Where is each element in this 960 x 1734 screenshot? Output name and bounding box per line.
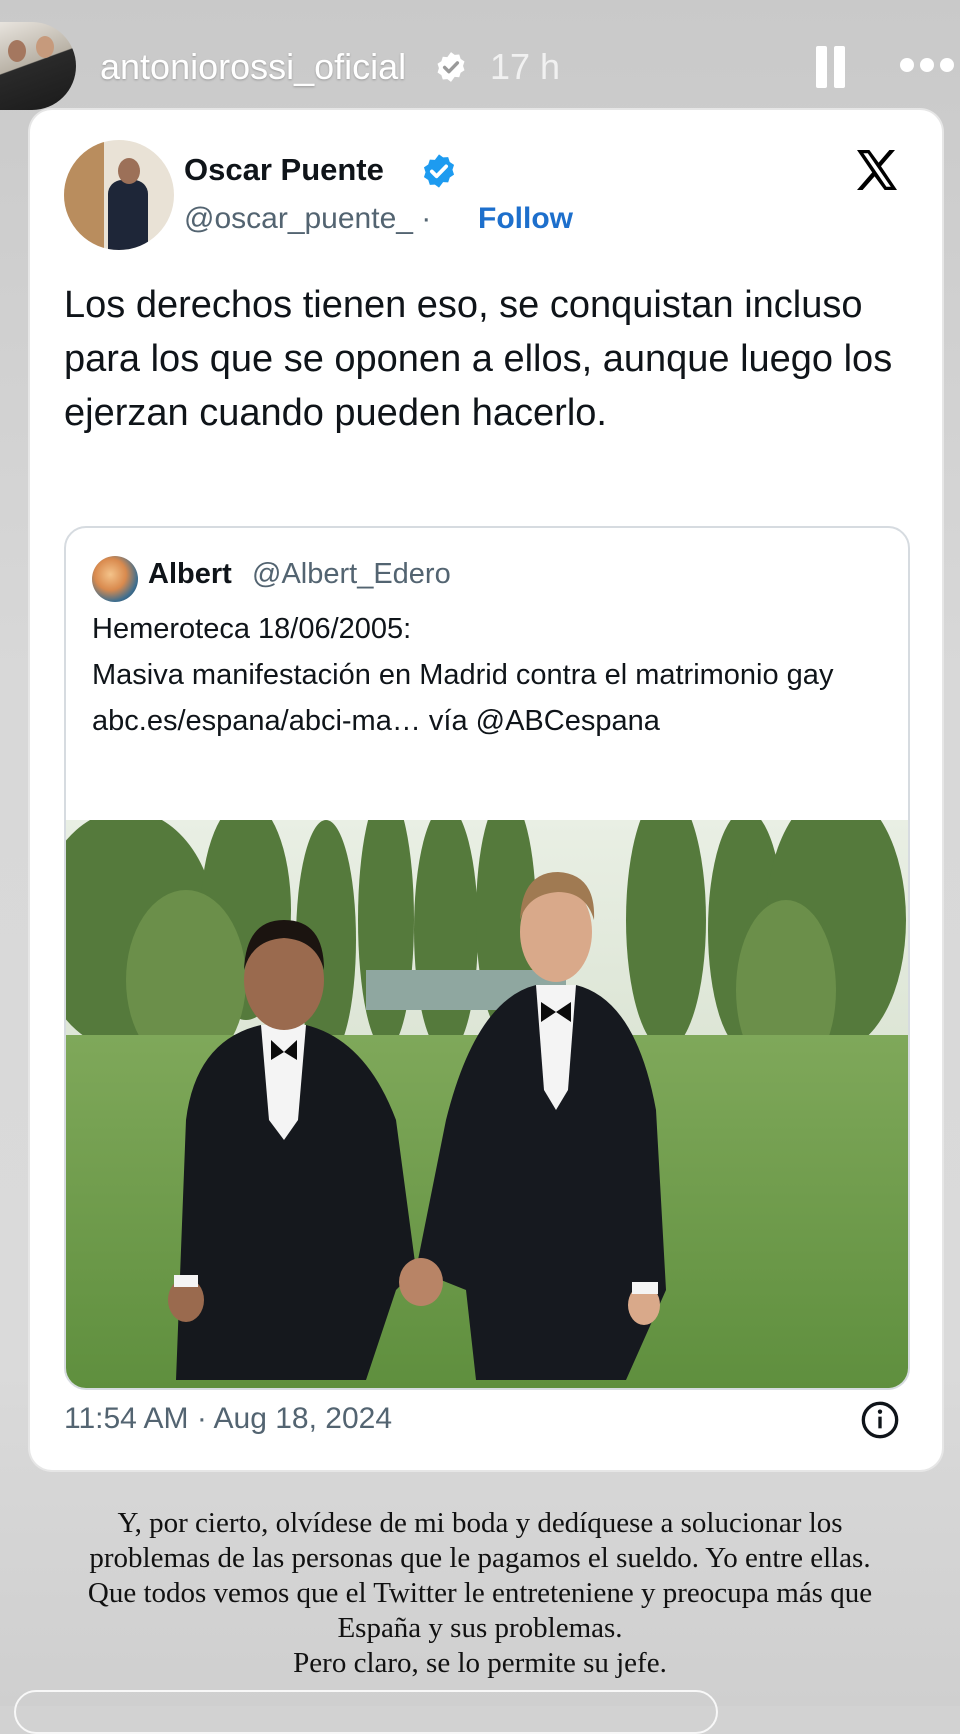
author-name[interactable]: Oscar Puente: [184, 152, 384, 188]
info-icon[interactable]: [860, 1400, 900, 1440]
x-logo-icon[interactable]: [852, 146, 902, 194]
quote-avatar[interactable]: [92, 556, 138, 602]
tweet-card[interactable]: Oscar Puente @oscar_puente_ · Follow Los…: [30, 110, 942, 1470]
caption-line: España y sus problemas.: [337, 1612, 623, 1644]
quote-author-handle[interactable]: @Albert_Edero: [252, 558, 451, 591]
verified-icon: [437, 52, 465, 82]
caption-line: Que todos vemos que el Twitter le entret…: [87, 1577, 873, 1609]
story-avatar[interactable]: [0, 22, 76, 110]
quote-author-name[interactable]: Albert: [148, 558, 232, 591]
follow-button[interactable]: Follow: [478, 202, 573, 236]
handle-separator: ·: [421, 202, 432, 235]
story-username[interactable]: antoniorossi_oficial: [100, 46, 406, 88]
author-avatar[interactable]: [64, 140, 174, 250]
verified-badge-icon: [423, 154, 455, 188]
caption-line: Y, por cierto, olvídese de mi boda y ded…: [117, 1507, 843, 1539]
story-time: 17 h: [490, 46, 561, 87]
story-caption: Y, por cierto, olvídese de mi boda y ded…: [20, 1506, 940, 1681]
tweet-text: Los derechos tienen eso, se conquistan i…: [64, 284, 893, 434]
tweet-timestamp[interactable]: 11:54 AM · Aug 18, 2024: [64, 1402, 392, 1436]
author-handle-text[interactable]: @oscar_puente_: [184, 202, 413, 235]
caption-line: Pero claro, se lo permite su jefe.: [293, 1647, 667, 1679]
pause-icon[interactable]: [816, 46, 846, 88]
more-icon[interactable]: [900, 58, 960, 74]
quoted-tweet[interactable]: Albert @Albert_Edero Hemeroteca 18/06/20…: [64, 526, 910, 1390]
reply-input[interactable]: [14, 1690, 718, 1734]
wedding-photo[interactable]: [66, 820, 908, 1388]
author-handle[interactable]: @oscar_puente_ ·: [184, 202, 431, 236]
quote-text: Hemeroteca 18/06/2005: Masiva manifestac…: [92, 613, 834, 737]
caption-line: problemas de las personas que le pagamos…: [89, 1542, 871, 1574]
